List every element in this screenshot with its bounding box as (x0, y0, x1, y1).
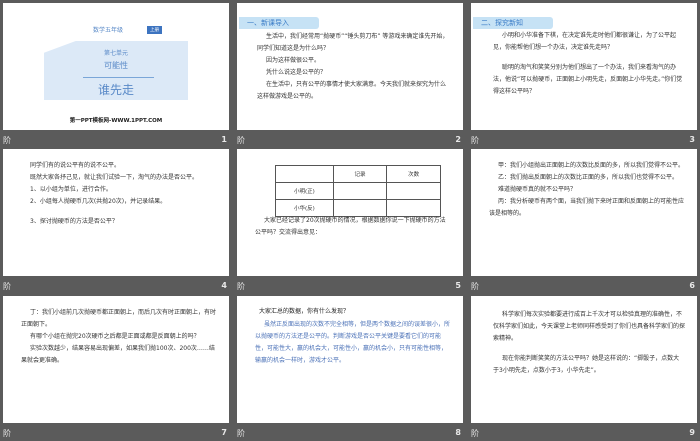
slide-number: 2 (455, 135, 461, 144)
slide-body: 甲：我们小组抛出正面朝上的次数比反面的多，所以我们觉得不公平。 乙：我们抛出反面朝… (489, 160, 685, 220)
slide-paragraph: 实验次数越少，结果容易出现偏差，如果我们抛100次、200次……结果就会更准确。 (21, 345, 215, 364)
slide-paragraph: 在生活中，只有公平的事情才使大家满意。今天我们就来探究为什么这样做游戏是公平的。 (257, 81, 447, 100)
section-header: 二、探究新知 (473, 17, 553, 29)
slide-paragraph: 同学们有的说公平有的说不公平。 (30, 162, 121, 169)
slide-thumbnail-4[interactable]: 同学们有的说公平有的说不公平。既然大家各抒己见，就让我们试验一下，淘气的办法是否… (3, 149, 233, 294)
table-header: 次数 (386, 165, 441, 183)
slide-transition-icon: 阶 (237, 282, 245, 291)
slide-paragraph: 1、以小组为单位，进行合作。 (30, 186, 112, 193)
topic-label: 可能性 (104, 61, 128, 70)
table-cell (386, 199, 441, 217)
slide-paragraph: 大家已经记录了20次抛硬币的情况，根据数据你说一下抛硬币的方法公平吗？交流得出意… (255, 217, 446, 236)
slide-number: 8 (455, 428, 461, 437)
slide-number: 1 (221, 135, 227, 144)
slide-4: 同学们有的说公平有的说不公平。既然大家各抒己见，就让我们试验一下，淘气的办法是否… (3, 149, 229, 276)
slide-paragraph: 甲：我们小组抛出正面朝上的次数比反面的多，所以我们觉得不公平。 (498, 162, 685, 169)
slide-paragraph: 现在你能判断笑笑的方法公平吗？她是这样说的：“掷骰子，点数大于3小明先走，点数小… (493, 355, 680, 374)
title-panel: 第七单元 可能性 谁先走 (44, 41, 188, 100)
slide-transition-icon: 阶 (3, 136, 11, 145)
slide-number: 9 (689, 428, 695, 437)
slide-thumbnail-5[interactable]: 记录 次数 小明(正) 小华(反) 大家已经记录了20次抛硬币的情况，根据数据你说… (237, 149, 467, 294)
slide-transition-icon: 阶 (471, 282, 479, 291)
slide-paragraph: 3、探讨抛硬币的方法是否公平？ (30, 218, 118, 225)
slide-8: 大家汇总的数据，你有什么发现？ 虽然正反面出现的次数不完全相等，但是两个数据之间… (237, 296, 463, 423)
slide-transition-icon: 阶 (471, 136, 479, 145)
slide-body: 丁：我们小组前几次抛硬币都正面朝上，而后几次有时正面朝上，有时正面朝下。有哪个小… (21, 307, 217, 367)
table-cell: 小华(反) (275, 199, 334, 217)
footer-text: 第一PPT模板网-WWW.1PPT.COM (69, 118, 163, 124)
table-cell (332, 182, 388, 200)
slide-paragraph: 聪明的淘气和笑笑分别为他们想出了一个办法，我们来看淘气的办法，他说“可以抛硬币，… (493, 64, 683, 95)
slide-number: 6 (689, 281, 695, 290)
slide-1: 数学五年级 上册 第七单元 可能性 谁先走 第一PPT模板网-WWW.1PPT.… (3, 3, 229, 130)
slide-number: 4 (221, 281, 227, 290)
slide-paragraph: 2、小组每人抛硬币几次(共抛20次)，并记录结果。 (30, 198, 167, 205)
table-cell (332, 199, 388, 217)
slide-question: 大家汇总的数据，你有什么发现？ (259, 308, 350, 315)
slide-6: 甲：我们小组抛出正面朝上的次数比反面的多，所以我们觉得不公平。 乙：我们抛出反面朝… (471, 149, 697, 276)
slide-transition-icon: 阶 (471, 429, 479, 438)
slide-paragraph: 因为这样做很公平。 (266, 57, 321, 64)
table-row: 小华(反) (275, 199, 441, 217)
slide-7: 丁：我们小组前几次抛硬币都正面朝上，而后几次有时正面朝上，有时正面朝下。有哪个小… (3, 296, 229, 423)
slide-body: 虽然正反面出现的次数不完全相等，但是两个数据之间的误差很小，所以抛硬币的方法还是… (255, 319, 451, 367)
volume-badge: 上册 (147, 26, 162, 34)
slide-thumbnail-7[interactable]: 丁：我们小组前几次抛硬币都正面朝上，而后几次有时正面朝上，有时正面朝下。有哪个小… (3, 296, 233, 441)
slide-2: 一、新课导入 生活中，我们经常用“抛硬币”“锤头剪刀布” 等游戏来确定谁先开始，… (237, 3, 463, 130)
slide-number: 5 (455, 281, 461, 290)
slide-title: 谁先走 (97, 83, 134, 97)
slide-paragraph: 生活中，我们经常用“抛硬币”“锤头剪刀布” 等游戏来确定谁先开始，同学们知道这是… (257, 33, 449, 52)
slide-thumbnail-3[interactable]: 二、探究新知 小明和小华准备下棋，在决定谁先走时他们都很谦让，为了公平起见，你能… (471, 3, 700, 148)
slide-body: 同学们有的说公平有的说不公平。既然大家各抒己见，就让我们试验一下，淘气的办法是否… (21, 160, 217, 228)
slide-paragraph: 科学家们每次实验都要进行成百上千次才可以检验真理的准确性，不仅科学家们如此，今天… (493, 311, 686, 342)
slide-thumbnail-8[interactable]: 大家汇总的数据，你有什么发现？ 虽然正反面出现的次数不完全相等，但是两个数据之间… (237, 296, 467, 441)
table-header: 记录 (332, 165, 388, 183)
slide-paragraph: 丙：我分析硬币有两个面，当我们抛下来时正面和反面朝上的可能性应该是相等的。 (489, 198, 685, 217)
slide-paragraph: 丁：我们小组前几次抛硬币都正面朝上，而后几次有时正面朝上，有时正面朝下。 (21, 309, 217, 328)
table-header (275, 165, 334, 183)
slide-thumbnail-1[interactable]: 数学五年级 上册 第七单元 可能性 谁先走 第一PPT模板网-WWW.1PPT.… (3, 3, 233, 148)
slide-paragraph: 难道抛硬币真的就不公平吗？ (498, 186, 577, 193)
slide-transition-icon: 阶 (237, 136, 245, 145)
section-header: 一、新课导入 (239, 17, 319, 29)
record-table: 记录 次数 小明(正) 小华(反) (275, 165, 441, 217)
slide-thumbnail-6[interactable]: 甲：我们小组抛出正面朝上的次数比反面的多，所以我们觉得不公平。 乙：我们抛出反面朝… (471, 149, 700, 294)
slide-body: 大家已经记录了20次抛硬币的情况，根据数据你说一下抛硬币的方法公平吗？交流得出意… (255, 215, 451, 239)
slide-thumbnail-2[interactable]: 一、新课导入 生活中，我们经常用“抛硬币”“锤头剪刀布” 等游戏来确定谁先开始，… (237, 3, 467, 148)
slide-thumbnail-9[interactable]: 科学家们每次实验都要进行成百上千次才可以检验真理的准确性，不仅科学家们如此，今天… (471, 296, 700, 441)
slide-paragraph: 小明和小华准备下棋，在决定谁先走时他们都很谦让，为了公平起见，你能帮他们想一个办… (493, 32, 677, 51)
slide-body: 小明和小华准备下棋，在决定谁先走时他们都很谦让，为了公平起见，你能帮他们想一个办… (493, 30, 685, 98)
table-cell: 小明(正) (275, 182, 334, 200)
divider (83, 77, 154, 78)
slide-9: 科学家们每次实验都要进行成百上千次才可以检验真理的准确性，不仅科学家们如此，今天… (471, 296, 697, 423)
slide-number: 3 (689, 135, 695, 144)
unit-label: 第七单元 (103, 50, 128, 57)
slide-number: 7 (221, 428, 227, 437)
grade-label: 数学五年级 (93, 27, 124, 34)
slide-transition-icon: 阶 (3, 282, 11, 291)
slide-5: 记录 次数 小明(正) 小华(反) 大家已经记录了20次抛硬币的情况，根据数据你说… (237, 149, 463, 276)
slide-paragraph: 既然大家各抒己见，就让我们试验一下，淘气的办法是否公平。 (30, 174, 199, 181)
slide-paragraph: 凭什么说这是公平的？ (266, 69, 327, 76)
slide-transition-icon: 阶 (3, 429, 11, 438)
slide-transition-icon: 阶 (237, 429, 245, 438)
slide-3: 二、探究新知 小明和小华准备下棋，在决定谁先走时他们都很谦让，为了公平起见，你能… (471, 3, 697, 130)
table-cell (386, 182, 441, 200)
slide-paragraph: 乙：我们抛出反面朝上的次数比正面的多，所以我们也觉得不公平。 (498, 174, 679, 181)
slide-paragraph: 虽然正反面出现的次数不完全相等，但是两个数据之间的误差很小，所以抛硬币的方法还是… (255, 321, 451, 364)
slide-body: 生活中，我们经常用“抛硬币”“锤头剪刀布” 等游戏来确定谁先开始，同学们知道这是… (257, 31, 451, 103)
slide-body: 科学家们每次实验都要进行成百上千次才可以检验真理的准确性，不仅科学家们如此，今天… (493, 309, 685, 377)
table-row: 小明(正) (275, 182, 441, 200)
slide-paragraph: 有哪个小组在抛完20次硬币之后都是正面或都是反面朝上的吗？ (30, 333, 200, 340)
